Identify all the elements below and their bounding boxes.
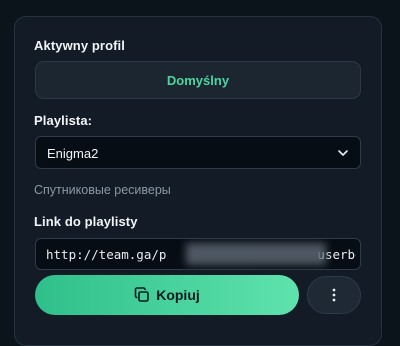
- active-profile-label: Aktywny profil: [34, 38, 125, 53]
- active-profile-value: Domyślny: [166, 72, 230, 88]
- more-vertical-icon: [332, 288, 336, 302]
- active-profile-selector[interactable]: Domyślny: [35, 61, 361, 99]
- playlist-link-start: http://team.ga/p: [46, 247, 167, 262]
- more-options-button[interactable]: [307, 276, 361, 314]
- playlist-select[interactable]: Enigma2: [35, 136, 361, 169]
- playlist-link-field[interactable]: http://team.ga/puserbouque: [35, 238, 361, 270]
- copy-button[interactable]: Kopiuj: [35, 275, 299, 315]
- chevron-down-icon: [338, 150, 348, 156]
- playlist-label: Playlista:: [34, 113, 93, 128]
- playlist-description: Спутниковые ресиверы: [34, 183, 171, 197]
- copy-icon: [134, 287, 150, 302]
- playlist-select-value: Enigma2: [47, 146, 99, 161]
- playlist-link-label: Link do playlisty: [34, 214, 138, 229]
- copy-button-label: Kopiuj: [156, 287, 200, 303]
- redacted-region: [186, 243, 326, 265]
